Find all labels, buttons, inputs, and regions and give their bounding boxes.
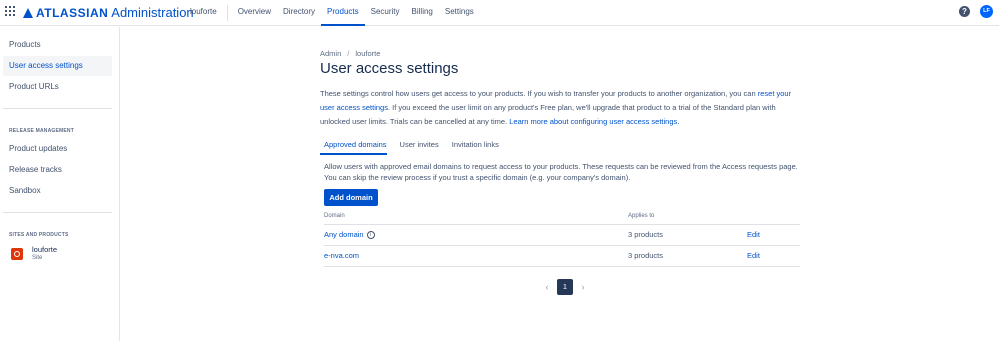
sidebar-item-user-access-settings[interactable]: User access settings [3, 56, 112, 76]
atlassian-logo[interactable]: ATLASSIAN Administration [23, 5, 194, 20]
logo-wordmark: ATLASSIAN [36, 5, 109, 20]
applies-to-cell: 3 products [628, 251, 664, 260]
domain-name[interactable]: Any domain [324, 230, 364, 239]
breadcrumb-admin[interactable]: Admin [320, 49, 341, 58]
approved-domains-description: Allow users with approved email domains … [324, 162, 798, 182]
next-page-icon[interactable]: › [576, 282, 590, 292]
table-header: Domain Applies to [324, 212, 800, 225]
atlassian-logo-icon [23, 7, 33, 18]
page-title: User access settings [320, 60, 459, 77]
release-management-heading: RELEASE MANAGEMENT [9, 128, 74, 134]
sidebar-item-products[interactable]: Products [3, 35, 112, 55]
nav-products[interactable]: Products [321, 0, 365, 26]
tab-invitation-links[interactable]: Invitation links [448, 140, 499, 155]
sidebar-item-product-updates[interactable]: Product updates [3, 139, 112, 159]
nav-directory[interactable]: Directory [277, 0, 321, 26]
tab-list: Approved domains User invites Invitation… [320, 140, 508, 155]
nav-security[interactable]: Security [365, 0, 406, 26]
domains-table: Domain Applies to Any domain i 3 products… [324, 212, 800, 267]
column-header-applies-to: Applies to [628, 213, 655, 219]
table-row: Any domain i 3 products Edit [324, 225, 800, 246]
sidebar: Products User access settings Product UR… [0, 27, 120, 341]
table-row: e-nva.com 3 products Edit [324, 246, 800, 267]
breadcrumb: Admin / louforte [320, 49, 380, 58]
tab-user-invites[interactable]: User invites [396, 140, 439, 155]
logo-product-name: Administration [111, 5, 194, 20]
profile-avatar[interactable]: LF [980, 5, 993, 18]
learn-more-link[interactable]: Learn more about configuring user access… [509, 117, 679, 126]
sidebar-divider [3, 108, 112, 109]
sidebar-item-release-tracks[interactable]: Release tracks [3, 160, 112, 180]
tab-approved-domains[interactable]: Approved domains [320, 140, 387, 155]
previous-page-icon[interactable]: ‹ [540, 282, 554, 292]
domain-cell[interactable]: e-nva.com [324, 251, 359, 260]
description-text: These settings control how users get acc… [320, 89, 758, 98]
add-domain-button[interactable]: Add domain [324, 189, 378, 206]
applies-to-cell: 3 products [628, 230, 664, 239]
domain-cell[interactable]: Any domain i [324, 230, 375, 240]
app-switcher-icon[interactable] [5, 6, 15, 16]
info-icon[interactable]: i [366, 231, 375, 240]
column-header-domain: Domain [324, 213, 345, 219]
nav-divider [226, 5, 228, 21]
sidebar-item-sandbox[interactable]: Sandbox [3, 181, 112, 201]
top-navigation-bar: ATLASSIAN Administration louforte Overvi… [0, 0, 999, 26]
sidebar-divider [3, 212, 112, 213]
page-button[interactable]: 1 [557, 279, 573, 295]
pagination: ‹ 1 › [540, 279, 590, 295]
site-name[interactable]: louforte [32, 245, 57, 254]
edit-link[interactable]: Edit [747, 251, 760, 260]
nav-settings[interactable]: Settings [439, 0, 480, 26]
breadcrumb-separator: / [347, 49, 350, 58]
org-switcher[interactable]: louforte [184, 0, 223, 26]
page-description: These settings control how users get acc… [320, 87, 805, 129]
main-content: Admin / louforte User access settings Th… [120, 27, 999, 341]
sidebar-item-product-urls[interactable]: Product URLs [3, 77, 112, 97]
edit-link[interactable]: Edit [747, 230, 760, 239]
help-icon[interactable]: ? [959, 6, 970, 17]
site-type-label: Site [32, 255, 43, 261]
top-nav: louforte Overview Directory Products Sec… [184, 0, 480, 26]
site-icon[interactable] [11, 248, 23, 260]
nav-overview[interactable]: Overview [232, 0, 277, 26]
sites-and-products-heading: SITES AND PRODUCTS [9, 232, 69, 238]
nav-billing[interactable]: Billing [406, 0, 439, 26]
breadcrumb-org[interactable]: louforte [355, 49, 380, 58]
